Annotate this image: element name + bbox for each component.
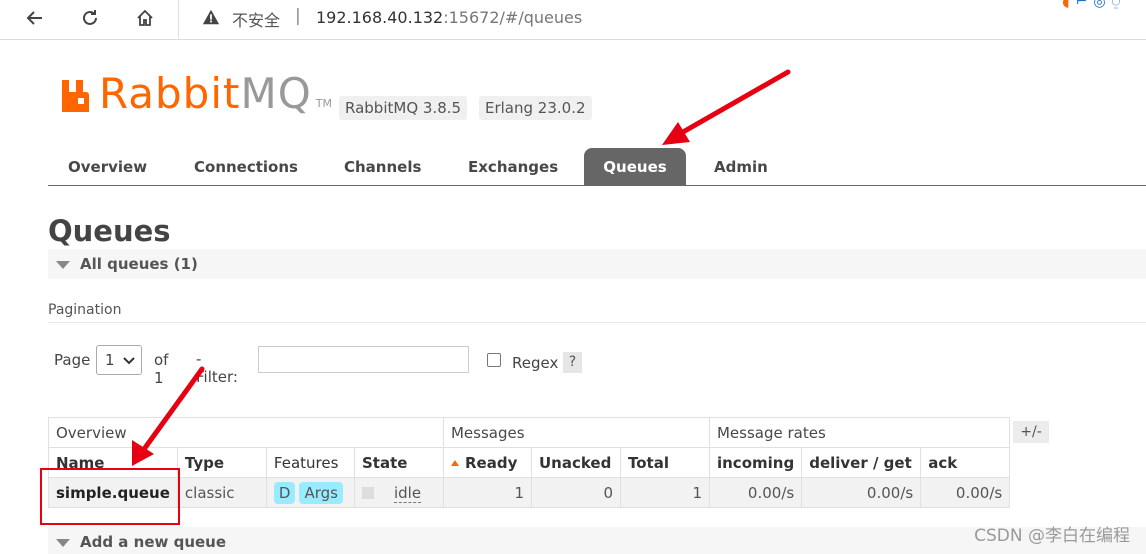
url-host: 192.168.40.132 bbox=[316, 8, 444, 27]
filter-input[interactable] bbox=[258, 346, 469, 373]
page-title: Queues bbox=[48, 214, 171, 248]
regex-help-button[interactable]: ? bbox=[563, 352, 582, 373]
pagination-divider bbox=[48, 322, 1146, 323]
queue-features: D Args bbox=[265, 477, 355, 508]
col-type[interactable]: Type bbox=[176, 447, 267, 478]
watermark: CSDN @李白在编程 bbox=[974, 526, 1130, 546]
chevron-down-icon bbox=[123, 357, 135, 365]
toolbar-extension-icons[interactable]: ◖⌐◎⍜ bbox=[1062, 0, 1126, 10]
tab-channels[interactable]: Channels bbox=[344, 148, 421, 185]
insecure-label[interactable]: 不安全 bbox=[232, 7, 280, 31]
col-ack[interactable]: ack bbox=[920, 447, 1011, 478]
col-unacked[interactable]: Unacked bbox=[530, 447, 621, 478]
collapse-triangle-icon bbox=[56, 539, 70, 547]
home-icon[interactable] bbox=[132, 6, 158, 30]
ready-count: 1 bbox=[442, 477, 532, 508]
tab-overview[interactable]: Overview bbox=[68, 148, 147, 185]
ack-rate: 0.00/s bbox=[920, 477, 1011, 508]
incoming-rate: 0.00/s bbox=[708, 477, 803, 508]
table-row: simple.queue classic D Args idle 1 0 1 0.… bbox=[48, 477, 1011, 508]
group-overview: Overview bbox=[48, 417, 444, 448]
group-messages: Messages bbox=[442, 417, 710, 448]
tab-exchanges[interactable]: Exchanges bbox=[468, 148, 558, 185]
main-nav-tabs: Overview Connections Channels Exchanges … bbox=[48, 148, 1146, 186]
queue-state: idle bbox=[353, 477, 444, 508]
column-toggle-button[interactable]: +/- bbox=[1013, 421, 1049, 443]
state-label: idle bbox=[393, 483, 422, 503]
all-queues-toggle[interactable]: All queues (1) bbox=[48, 249, 1146, 279]
group-message-rates: Message rates bbox=[708, 417, 1011, 448]
col-features[interactable]: Features bbox=[265, 447, 355, 478]
col-state[interactable]: State bbox=[353, 447, 444, 478]
url-separator: | bbox=[295, 6, 301, 26]
pagination-label: Pagination bbox=[48, 302, 122, 318]
sort-ascending-icon bbox=[450, 460, 459, 466]
page-select[interactable]: 1 bbox=[96, 345, 142, 375]
feature-durable-badge[interactable]: D bbox=[273, 481, 296, 504]
queue-type: classic bbox=[176, 477, 267, 508]
rabbitmq-logo[interactable]: RabbitMQ TM bbox=[60, 69, 332, 118]
total-count: 1 bbox=[619, 477, 710, 508]
page-label: Page bbox=[54, 351, 91, 369]
tab-connections[interactable]: Connections bbox=[194, 148, 298, 185]
warning-triangle-icon[interactable] bbox=[202, 6, 220, 28]
deliver-get-rate: 0.00/s bbox=[801, 477, 922, 508]
regex-label: Regex bbox=[512, 354, 559, 372]
annotation-highlight-box bbox=[40, 468, 180, 525]
back-arrow-icon[interactable] bbox=[22, 6, 48, 30]
all-queues-label: All queues (1) bbox=[80, 255, 198, 273]
rabbit-logo-icon bbox=[62, 80, 89, 112]
queues-table: Overview Messages Message rates Name Typ… bbox=[48, 417, 1011, 508]
feature-args-badge[interactable]: Args bbox=[299, 481, 343, 504]
logo-wordmark: RabbitMQ bbox=[99, 69, 312, 118]
col-incoming[interactable]: incoming bbox=[708, 447, 803, 478]
regex-checkbox[interactable] bbox=[487, 353, 501, 367]
address-bar[interactable]: 192.168.40.132:15672/#/queues bbox=[316, 8, 582, 27]
collapse-triangle-icon bbox=[56, 261, 70, 269]
rabbitmq-version-badge: RabbitMQ 3.8.5 bbox=[339, 96, 468, 120]
unacked-count: 0 bbox=[530, 477, 621, 508]
url-path: :15672/#/queues bbox=[443, 8, 583, 27]
browser-toolbar: 不安全 | 192.168.40.132:15672/#/queues ◖⌐◎⍜ bbox=[0, 0, 1146, 40]
state-indicator-icon bbox=[361, 487, 374, 499]
add-queue-label: Add a new queue bbox=[80, 533, 227, 551]
reload-icon[interactable] bbox=[77, 6, 103, 30]
logo-trademark: TM bbox=[315, 97, 332, 110]
erlang-version-badge: Erlang 23.0.2 bbox=[479, 96, 592, 120]
tab-queues[interactable]: Queues bbox=[584, 148, 686, 185]
address-divider bbox=[178, 0, 179, 40]
page-count-label: of 1 bbox=[154, 351, 169, 387]
page-select-value: 1 bbox=[105, 351, 115, 369]
col-total[interactable]: Total bbox=[619, 447, 710, 478]
col-ready[interactable]: Ready bbox=[442, 447, 532, 478]
col-deliver-get[interactable]: deliver / get bbox=[801, 447, 922, 478]
filter-label: - Filter: bbox=[196, 350, 238, 386]
tab-admin[interactable]: Admin bbox=[714, 148, 768, 185]
